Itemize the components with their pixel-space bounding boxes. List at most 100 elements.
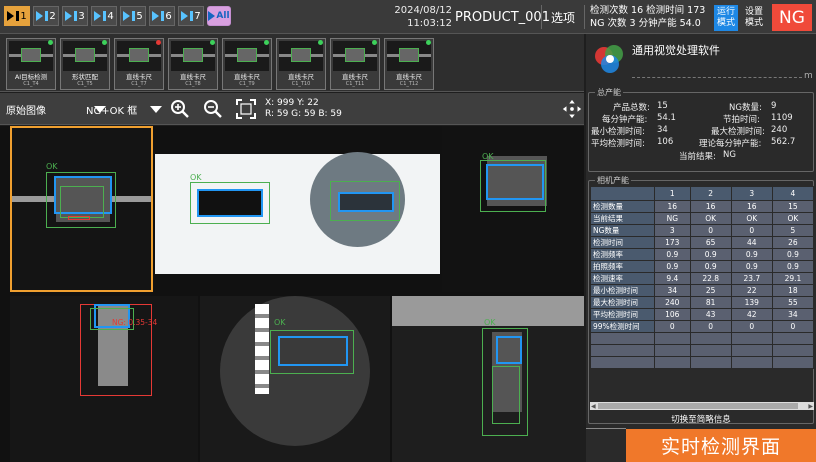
chevron-down-icon <box>150 105 162 113</box>
result-badge: NG <box>772 4 812 31</box>
status-dot-icon <box>48 40 53 45</box>
tool-thumbnail[interactable]: 直线卡尺 C1_T9 <box>222 38 272 90</box>
play-icon <box>65 11 73 21</box>
camera-tab-label: 2 <box>49 10 56 22</box>
tool-thumbnail[interactable]: 直线卡尺 C1_T10 <box>276 38 326 90</box>
table-cell-empty <box>689 356 732 369</box>
avg-time-label: 平均检测时间: <box>591 139 645 149</box>
camera-tab-1[interactable]: 1 <box>4 6 30 26</box>
min-time-label: 最小检测时间: <box>591 127 645 137</box>
table-cell: 5 <box>771 224 815 237</box>
cycle-time-label: 节拍时间: <box>723 115 760 125</box>
zoom-in-icon[interactable] <box>168 97 192 121</box>
table-cell: 3 <box>654 224 691 237</box>
bar-icon <box>190 11 194 21</box>
camera-tab-7[interactable]: 7 <box>178 6 204 26</box>
table-cell-empty <box>771 356 815 369</box>
camera-tab-6[interactable]: 6 <box>149 6 175 26</box>
app-root: 1 2 3 4 5 6 7 All 2024/08/12 11:03:12 PRODUCT_0… <box>0 0 816 462</box>
tool-preview-image <box>333 41 377 71</box>
status-dot-icon <box>372 40 377 45</box>
camera-tab-label: 6 <box>165 10 172 22</box>
tool-id: C1_T8 <box>185 81 201 87</box>
datetime: 2024/08/12 11:03:12 <box>394 4 452 30</box>
table-cell-empty <box>590 344 655 357</box>
product-name[interactable]: PRODUCT_001 <box>455 6 550 28</box>
scroll-thumb[interactable] <box>598 403 798 409</box>
camera-view-5[interactable]: OK <box>200 296 390 462</box>
tool-thumbnail[interactable]: AI目标检测 C1_T4 <box>6 38 56 90</box>
light-strip <box>255 304 269 394</box>
table-cell: 42 <box>730 308 773 321</box>
camera-tab-all[interactable]: All <box>207 6 231 26</box>
camera-view-4[interactable]: NG: 0.35-34 <box>10 296 198 462</box>
table-cell: 0.9 <box>689 260 732 273</box>
tool-thumbnail[interactable]: 直线卡尺 C1_T12 <box>384 38 434 90</box>
camera-tab-3[interactable]: 3 <box>62 6 88 26</box>
camera-view-6[interactable]: OK <box>392 296 584 462</box>
options-button[interactable]: 选项 <box>541 5 585 29</box>
camera-view-2[interactable]: OK <box>155 126 440 292</box>
table-cell: 22.8 <box>689 272 732 285</box>
table-header-row: 1234 <box>590 186 815 201</box>
table-cell: 0.9 <box>771 260 815 273</box>
date-text: 2024/08/12 <box>394 5 452 16</box>
run-mode-button[interactable]: 运行 模式 <box>714 5 738 31</box>
column-header: 4 <box>771 186 815 201</box>
switch-to-brief-link[interactable]: 切换至简略信息 <box>586 413 816 425</box>
camera-tab-5[interactable]: 5 <box>120 6 146 26</box>
row-header: 检测速率 <box>590 272 655 285</box>
tool-thumbnail[interactable]: 直线卡尺 C1_T7 <box>114 38 164 90</box>
fit-to-window-icon[interactable] <box>234 97 258 121</box>
tool-label: 直线卡尺 <box>342 73 368 81</box>
table-row-empty <box>590 344 815 357</box>
tool-label: 直线卡尺 <box>288 73 314 81</box>
table-row: 检测数量 16 16 16 15 <box>590 200 815 213</box>
detection-box-blue <box>486 164 544 200</box>
tool-thumbnail[interactable]: 形状匹配 C1_T5 <box>60 38 110 90</box>
camera-view-3[interactable]: OK <box>442 126 584 292</box>
table-horizontal-scrollbar[interactable]: ◀ ▶ <box>590 402 814 410</box>
tool-preview-image <box>225 41 269 71</box>
table-cell-empty <box>730 356 773 369</box>
brand-suffix: m <box>804 71 813 81</box>
run-mode-label-1: 运行 <box>716 7 735 17</box>
table-cell: 0 <box>689 224 732 237</box>
table-cell: 23.7 <box>730 272 773 285</box>
camera-view-1[interactable]: OK <box>10 126 153 292</box>
run-mode-label-2: 模式 <box>716 18 735 28</box>
settings-mode-button[interactable]: 设置 模式 <box>742 5 766 31</box>
tool-label: 直线卡尺 <box>180 73 206 81</box>
camera-tab-label: 5 <box>136 10 143 22</box>
tool-thumbnail[interactable]: 直线卡尺 C1_T8 <box>168 38 218 90</box>
row-header: 99%检测时间 <box>590 320 655 333</box>
tool-preview-image <box>63 41 107 71</box>
scroll-right-icon[interactable]: ▶ <box>808 403 813 410</box>
tool-thumbnail[interactable]: 直线卡尺 C1_T11 <box>330 38 380 90</box>
status-dot-icon <box>210 40 215 45</box>
zoom-out-icon[interactable] <box>201 97 225 121</box>
tool-id: C1_T11 <box>345 81 365 87</box>
table-cell: 65 <box>689 236 732 249</box>
status-dot-icon <box>102 40 107 45</box>
table-cell: 26 <box>771 236 815 249</box>
camera-tab-all-label: All <box>216 11 230 21</box>
table-cell: 81 <box>689 296 732 309</box>
camera-tab-4[interactable]: 4 <box>91 6 117 26</box>
tool-id: C1_T7 <box>131 81 147 87</box>
table-cell: 0.9 <box>730 248 773 261</box>
table-cell: 173 <box>654 236 691 249</box>
camera-tab-2[interactable]: 2 <box>33 6 59 26</box>
avg-time-value: 106 <box>657 137 674 147</box>
scroll-left-icon[interactable]: ◀ <box>591 403 596 410</box>
camera-production-title: 相机产能 <box>595 175 631 186</box>
max-time-value: 240 <box>771 125 788 135</box>
table-cell: 0 <box>771 320 815 333</box>
play-icon <box>208 11 216 21</box>
table-cell-empty <box>654 332 691 345</box>
realtime-inspection-button[interactable]: 实时检测界面 <box>626 429 816 462</box>
box-filter-select[interactable]: NG+OK 框 <box>86 100 162 118</box>
pan-move-icon[interactable] <box>561 98 583 120</box>
table-row: 检测频率 0.9 0.9 0.9 0.9 <box>590 248 815 261</box>
bar-icon <box>132 11 136 21</box>
